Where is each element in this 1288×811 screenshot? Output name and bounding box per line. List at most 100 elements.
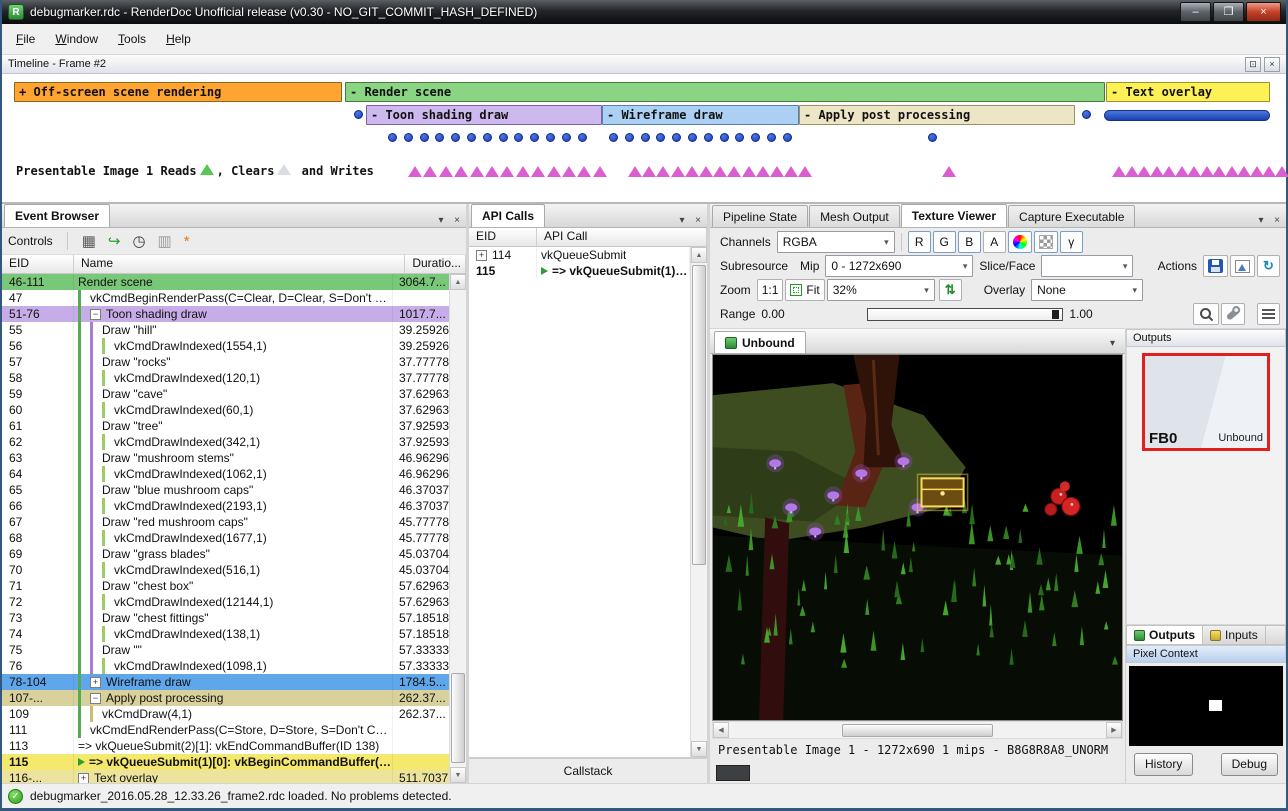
timeline-marker-bar[interactable]: - Render scene: [345, 82, 1105, 102]
event-row[interactable]: 107-...−Apply post processing262.37...: [2, 690, 449, 706]
zoom-1to1-button[interactable]: 1:1: [757, 279, 784, 301]
history-button[interactable]: History: [1134, 753, 1193, 776]
write-marker-icon[interactable]: [454, 166, 468, 177]
event-row[interactable]: 62vkCmdDrawIndexed(342,1)37.92593: [2, 434, 449, 450]
event-dot[interactable]: [751, 133, 760, 142]
event-dot[interactable]: [451, 133, 460, 142]
column-name[interactable]: Name: [74, 255, 405, 273]
open-texture-list-button[interactable]: [1230, 255, 1255, 277]
event-row[interactable]: 56vkCmdDrawIndexed(1554,1)39.25926: [2, 338, 449, 354]
event-dot[interactable]: [404, 133, 413, 142]
api-call-row[interactable]: +114vkQueueSubmit: [469, 247, 690, 263]
write-marker-icon[interactable]: [593, 166, 607, 177]
gamma-button[interactable]: γ: [1060, 231, 1083, 253]
event-browser-scrollbar[interactable]: ▲ ▼: [449, 274, 466, 783]
close-icon[interactable]: ×: [450, 213, 464, 227]
write-marker-icon[interactable]: [423, 166, 437, 177]
api-call-row[interactable]: 115=> vkQueueSubmit(1)[...: [469, 263, 690, 279]
event-row[interactable]: 65Draw "blue mushroom caps"46.37037: [2, 482, 449, 498]
tree-expand-icon[interactable]: −: [90, 309, 101, 320]
event-dot[interactable]: [704, 133, 713, 142]
channel-r-button[interactable]: R: [908, 231, 931, 253]
event-row[interactable]: 113=> vkQueueSubmit(2)[1]: vkEndCommandB…: [2, 738, 449, 754]
bookmark-icon[interactable]: *: [184, 234, 190, 249]
event-row[interactable]: 73Draw "chest fittings"57.18518: [2, 610, 449, 626]
event-row[interactable]: 70vkCmdDrawIndexed(516,1)45.03704: [2, 562, 449, 578]
alpha-checker-button[interactable]: [1034, 231, 1058, 253]
write-marker-icon[interactable]: [577, 166, 591, 177]
callstack-bar[interactable]: Callstack: [469, 757, 707, 783]
write-marker-icon[interactable]: [547, 166, 561, 177]
channels-select[interactable]: RGBA ▾: [777, 231, 895, 253]
event-row[interactable]: 63Draw "mushroom stems"46.96296: [2, 450, 449, 466]
event-dot[interactable]: [388, 133, 397, 142]
write-marker-icon[interactable]: [628, 166, 642, 177]
event-row[interactable]: 55Draw "hill"39.25926: [2, 322, 449, 338]
event-row[interactable]: 46-111Render scene3064.7...: [2, 274, 449, 290]
timeline-marker-bar[interactable]: + Off-screen scene rendering: [14, 82, 342, 102]
event-dot[interactable]: [1082, 110, 1091, 119]
timeline-marker-bar[interactable]: - Apply post processing: [799, 105, 1075, 125]
event-dot[interactable]: [625, 133, 634, 142]
scroll-down-icon[interactable]: ▼: [691, 741, 707, 757]
mip-select[interactable]: 0 - 1272x690 ▾: [825, 255, 973, 277]
stats-icon[interactable]: ▥: [158, 234, 172, 249]
tab-pipeline-state[interactable]: Pipeline State: [712, 205, 808, 227]
fb0-thumbnail[interactable]: FB0 Unbound: [1142, 353, 1270, 451]
tree-expand-icon[interactable]: +: [78, 773, 89, 784]
event-row[interactable]: 115=> vkQueueSubmit(1)[0]: vkBeginComman…: [2, 754, 449, 770]
minimize-button[interactable]: –: [1180, 2, 1211, 22]
column-eid[interactable]: EID: [2, 255, 74, 273]
event-row[interactable]: 72vkCmdDrawIndexed(12144,1)57.62963: [2, 594, 449, 610]
menu-tools[interactable]: Tools: [108, 27, 156, 51]
event-dot[interactable]: [641, 133, 650, 142]
pixel-context-view[interactable]: [1129, 666, 1283, 746]
debug-button[interactable]: Debug: [1221, 753, 1278, 776]
event-dot[interactable]: [499, 133, 508, 142]
write-marker-icon[interactable]: [798, 166, 812, 177]
event-row[interactable]: 67Draw "red mushroom caps"45.77778: [2, 514, 449, 530]
event-row[interactable]: 47vkCmdBeginRenderPass(C=Clear, D=Clear,…: [2, 290, 449, 306]
event-dot[interactable]: [530, 133, 539, 142]
write-marker-icon[interactable]: [408, 166, 422, 177]
write-marker-icon[interactable]: [742, 166, 756, 177]
write-marker-icon[interactable]: [516, 166, 530, 177]
write-marker-icon[interactable]: [500, 166, 514, 177]
slice-face-select[interactable]: ▾: [1041, 255, 1133, 277]
write-marker-icon[interactable]: [470, 166, 484, 177]
tab-outputs[interactable]: Outputs: [1127, 626, 1203, 644]
event-dot[interactable]: [928, 133, 937, 142]
event-row[interactable]: 111vkCmdEndRenderPass(C=Store, D=Store, …: [2, 722, 449, 738]
scroll-down-icon[interactable]: ▼: [450, 767, 466, 783]
write-marker-icon[interactable]: [642, 166, 656, 177]
picked-color-swatch[interactable]: [716, 765, 750, 781]
scroll-right-icon[interactable]: ▶: [1106, 722, 1122, 738]
event-dot[interactable]: [688, 133, 697, 142]
event-dot[interactable]: [562, 133, 571, 142]
tree-expand-icon[interactable]: +: [476, 250, 487, 261]
tab-mesh-output[interactable]: Mesh Output: [809, 205, 900, 227]
event-dot[interactable]: [656, 133, 665, 142]
column-api-call[interactable]: API Call: [537, 228, 707, 246]
channel-histogram-button[interactable]: [1257, 303, 1280, 325]
write-marker-icon[interactable]: [562, 166, 576, 177]
event-row[interactable]: 59Draw "cave"37.62963: [2, 386, 449, 402]
flip-y-button[interactable]: ⇅: [939, 279, 962, 301]
zoom-select[interactable]: 32% ▾: [827, 279, 935, 301]
dock-menu-icon[interactable]: ▾: [675, 213, 689, 227]
tree-expand-icon[interactable]: +: [90, 677, 101, 688]
event-row[interactable]: 57Draw "rocks"37.77778: [2, 354, 449, 370]
range-slider[interactable]: [867, 308, 1063, 321]
write-marker-icon[interactable]: [439, 166, 453, 177]
timeline-marker-bar[interactable]: - Toon shading draw: [366, 105, 602, 125]
scroll-left-icon[interactable]: ◀: [713, 722, 729, 738]
event-row[interactable]: 60vkCmdDrawIndexed(60,1)37.62963: [2, 402, 449, 418]
event-dot-run[interactable]: [1104, 110, 1270, 121]
close-icon[interactable]: ×: [691, 213, 705, 227]
event-dot[interactable]: [672, 133, 681, 142]
write-marker-icon[interactable]: [727, 166, 741, 177]
texture-tab-unbound[interactable]: Unbound: [714, 331, 806, 353]
scroll-up-icon[interactable]: ▲: [450, 274, 466, 290]
write-marker-icon[interactable]: [770, 166, 784, 177]
tab-texture-viewer[interactable]: Texture Viewer: [901, 204, 1007, 227]
